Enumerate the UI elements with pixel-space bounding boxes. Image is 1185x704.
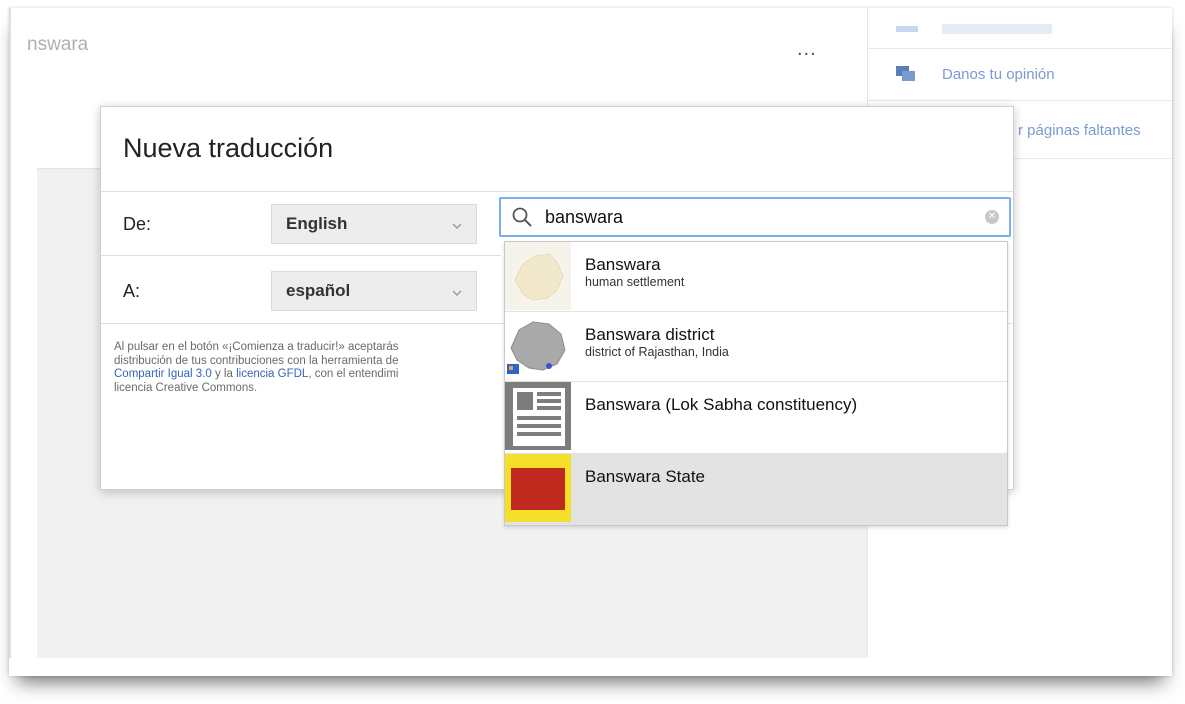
clear-icon[interactable]: ✕ xyxy=(985,210,999,224)
suggestion-description: district of Rajasthan, India xyxy=(585,345,729,359)
flag-icon xyxy=(505,454,571,522)
gfdl-link[interactable]: licencia GFDL xyxy=(236,368,308,380)
suggestion-title: Banswara (Lok Sabha constituency) xyxy=(585,395,858,414)
terms-text: licencia Creative Commons. xyxy=(114,381,258,394)
article-icon xyxy=(505,382,571,450)
target-language-value: español xyxy=(286,281,351,300)
divider xyxy=(101,191,1013,192)
source-language-label: De: xyxy=(123,214,152,234)
target-language-label: A: xyxy=(123,281,141,301)
side-panel-item-label: r páginas faltantes xyxy=(1018,122,1141,139)
side-panel-item-hidden[interactable] xyxy=(868,8,1172,49)
terms-text: y la xyxy=(211,368,237,380)
suggestion-title: Banswara State xyxy=(585,467,706,486)
left-edge xyxy=(9,8,37,658)
cropped-label xyxy=(942,24,1052,34)
dialog-title: Nueva traducción xyxy=(123,133,334,163)
source-page-search[interactable]: ✕ xyxy=(499,197,1011,237)
search-icon xyxy=(511,206,533,228)
background-page-title: nswara xyxy=(27,34,89,55)
more-menu-button[interactable]: ... xyxy=(797,38,817,61)
source-language-value: English xyxy=(286,214,348,233)
source-language-select[interactable]: English xyxy=(271,204,477,244)
map-icon xyxy=(505,312,571,380)
divider xyxy=(101,255,501,256)
suggestion-item[interactable]: Banswara human settlement xyxy=(505,242,1007,312)
terms-notice: Al pulsar en el botón «¡Comienza a tradu… xyxy=(114,341,512,395)
suggestions-dropdown: Banswara human settlement Banswara distr… xyxy=(504,241,1008,526)
target-language-select[interactable]: español xyxy=(271,271,477,311)
chevron-down-icon xyxy=(452,285,462,296)
map-icon xyxy=(505,242,571,310)
chevron-down-icon xyxy=(452,218,462,229)
terms-text: , con el entendimi xyxy=(308,368,399,380)
suggestion-item[interactable]: Banswara (Lok Sabha constituency) xyxy=(505,382,1007,454)
terms-text: Al pulsar en el botón «¡Comienza a tradu… xyxy=(114,341,399,353)
suggestion-item[interactable]: Banswara district district of Rajasthan,… xyxy=(505,312,1007,382)
suggestion-item-highlighted[interactable]: Banswara State xyxy=(505,454,1007,525)
menu-icon xyxy=(896,26,918,32)
window-frame: nswara ... Danos tu opinión r páginas fa… xyxy=(9,8,1172,676)
side-panel-item-feedback[interactable]: Danos tu opinión xyxy=(868,48,1172,101)
side-panel-item-label: Danos tu opinión xyxy=(942,66,1055,83)
feedback-icon xyxy=(896,66,916,82)
suggestion-description: human settlement xyxy=(585,275,685,289)
search-input[interactable] xyxy=(545,207,965,228)
terms-text: distribución de tus contribuciones con l… xyxy=(114,354,399,367)
cc-by-sa-link[interactable]: Compartir Igual 3.0 xyxy=(114,368,212,380)
suggestion-title: Banswara xyxy=(585,255,661,274)
suggestion-title: Banswara district xyxy=(585,325,715,344)
